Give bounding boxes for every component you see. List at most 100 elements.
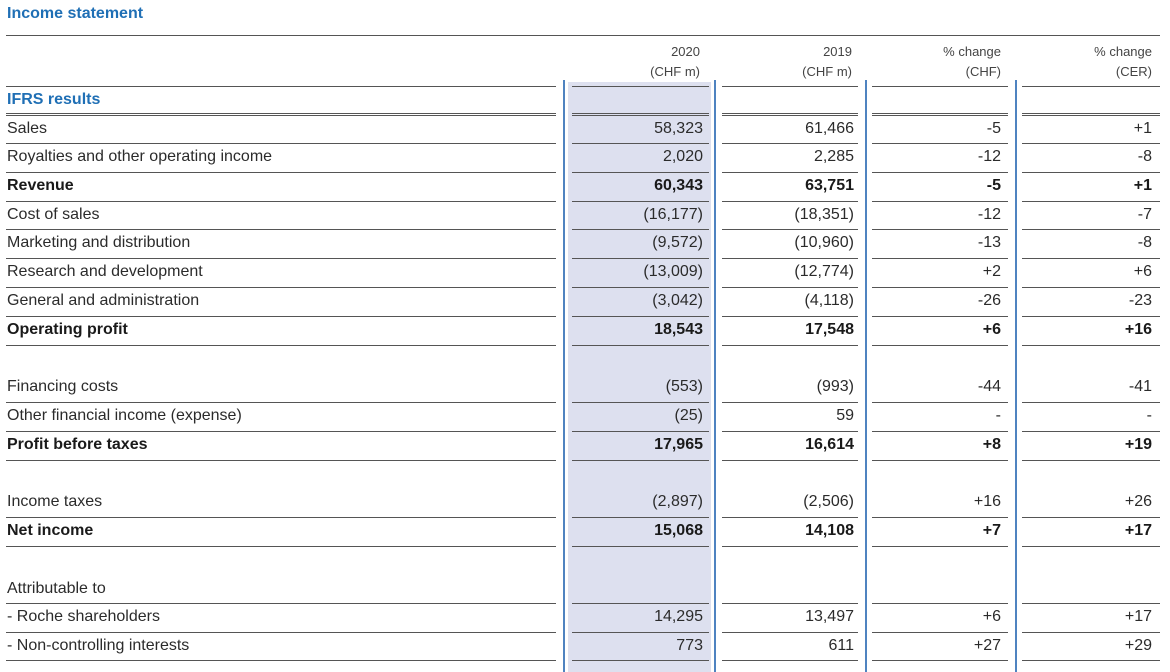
header-unit: (CHF m) <box>650 64 700 79</box>
value-2019: (993) <box>816 378 854 395</box>
change-chf: +27 <box>973 637 1001 654</box>
table-row: Other financial income (expense) (25) 59 - - <box>0 402 1170 431</box>
value-2019: (12,774) <box>794 263 854 280</box>
row-separator <box>722 113 858 114</box>
row-label: Financing costs <box>7 378 119 395</box>
change-chf: -5 <box>986 177 1001 194</box>
change-cer: +26 <box>1124 493 1152 510</box>
header-2020: 2020 (CHF m) <box>650 42 700 82</box>
row-separator <box>872 113 1008 114</box>
row-separator <box>6 316 556 317</box>
row-separator <box>6 460 556 461</box>
row-separator <box>1022 431 1160 432</box>
row-separator <box>1022 316 1160 317</box>
header-change: % change <box>943 44 1001 59</box>
row-separator <box>722 115 858 116</box>
row-separator <box>1022 460 1160 461</box>
row-separator <box>872 316 1008 317</box>
row-separator <box>722 258 858 259</box>
row-label: Cost of sales <box>7 206 100 223</box>
table-row: Net income 15,068 14,108 +7 +17 <box>0 517 1170 546</box>
row-separator <box>572 143 709 144</box>
table-row: - Roche shareholders 14,295 13,497 +6 +17 <box>0 603 1170 632</box>
table-row: IFRS results <box>0 86 1170 115</box>
table-row: Income taxes (2,897) (2,506) +16 +26 <box>0 488 1170 517</box>
row-separator <box>722 143 858 144</box>
row-separator <box>572 115 709 116</box>
value-2020: 2,020 <box>662 148 703 165</box>
header-unit: (CER) <box>1115 64 1152 79</box>
row-separator <box>572 113 709 114</box>
row-label: Marketing and distribution <box>7 234 191 251</box>
row-separator <box>1022 229 1160 230</box>
row-label: Profit before taxes <box>7 436 148 453</box>
row-separator <box>6 345 556 346</box>
row-label: Income taxes <box>7 493 103 510</box>
row-label: IFRS results <box>7 91 101 108</box>
change-cer: +17 <box>1124 522 1152 539</box>
row-separator <box>1022 345 1160 346</box>
value-2019: 14,108 <box>805 522 854 539</box>
row-separator <box>722 229 858 230</box>
row-separator <box>722 431 858 432</box>
table-row: General and administration (3,042) (4,118)… <box>0 287 1170 316</box>
table-row: Marketing and distribution (9,572) (10,960… <box>0 229 1170 258</box>
row-separator <box>6 229 556 230</box>
row-separator <box>872 287 1008 288</box>
value-2020: 17,965 <box>654 436 703 453</box>
change-chf: -13 <box>977 234 1001 251</box>
value-2019: 611 <box>828 637 854 654</box>
change-chf: - <box>995 407 1001 424</box>
value-2020: 14,295 <box>654 608 703 625</box>
row-separator <box>872 345 1008 346</box>
row-separator <box>6 660 556 661</box>
row-separator <box>872 517 1008 518</box>
change-chf: -44 <box>977 378 1001 395</box>
row-separator <box>872 258 1008 259</box>
row-separator <box>6 402 556 403</box>
header-change-cer: % change (CER) <box>1094 42 1152 82</box>
value-2020: (553) <box>665 378 703 395</box>
value-2020: 15,068 <box>654 522 703 539</box>
row-separator <box>572 546 709 547</box>
row-separator <box>872 402 1008 403</box>
header-change: % change <box>1094 44 1152 59</box>
change-cer: - <box>1146 407 1152 424</box>
change-cer: +16 <box>1124 321 1152 338</box>
value-2019: 17,548 <box>805 321 854 338</box>
row-separator <box>1022 113 1160 114</box>
table-row: Research and development (13,009) (12,774)… <box>0 258 1170 287</box>
table-row: Royalties and other operating income 2,02… <box>0 143 1170 172</box>
row-separator <box>1022 172 1160 173</box>
header-year: 2020 <box>671 44 700 59</box>
row-separator <box>6 603 556 604</box>
row-separator <box>1022 603 1160 604</box>
row-separator <box>1022 201 1160 202</box>
value-2019: (2,506) <box>803 493 854 510</box>
row-separator <box>6 287 556 288</box>
row-label: Operating profit <box>7 321 128 338</box>
row-separator <box>6 113 556 114</box>
row-label: Other financial income (expense) <box>7 407 242 424</box>
row-separator <box>6 546 556 547</box>
row-separator <box>572 258 709 259</box>
value-2019: 61,466 <box>805 120 854 137</box>
value-2019: 13,497 <box>805 608 854 625</box>
row-separator <box>872 546 1008 547</box>
change-cer: -7 <box>1137 206 1152 223</box>
row-separator <box>872 229 1008 230</box>
row-label: Research and development <box>7 263 203 280</box>
header-change-chf: % change (CHF) <box>943 42 1001 82</box>
change-cer: +6 <box>1133 263 1152 280</box>
row-separator <box>722 172 858 173</box>
value-2019: 2,285 <box>813 148 854 165</box>
row-label: General and administration <box>7 292 200 309</box>
row-separator <box>572 603 709 604</box>
change-chf: -12 <box>977 206 1001 223</box>
change-cer: +1 <box>1133 120 1152 137</box>
row-separator <box>572 345 709 346</box>
change-cer: -8 <box>1137 148 1152 165</box>
row-separator <box>722 546 858 547</box>
value-2020: 60,343 <box>654 177 703 194</box>
row-separator <box>1022 660 1160 661</box>
